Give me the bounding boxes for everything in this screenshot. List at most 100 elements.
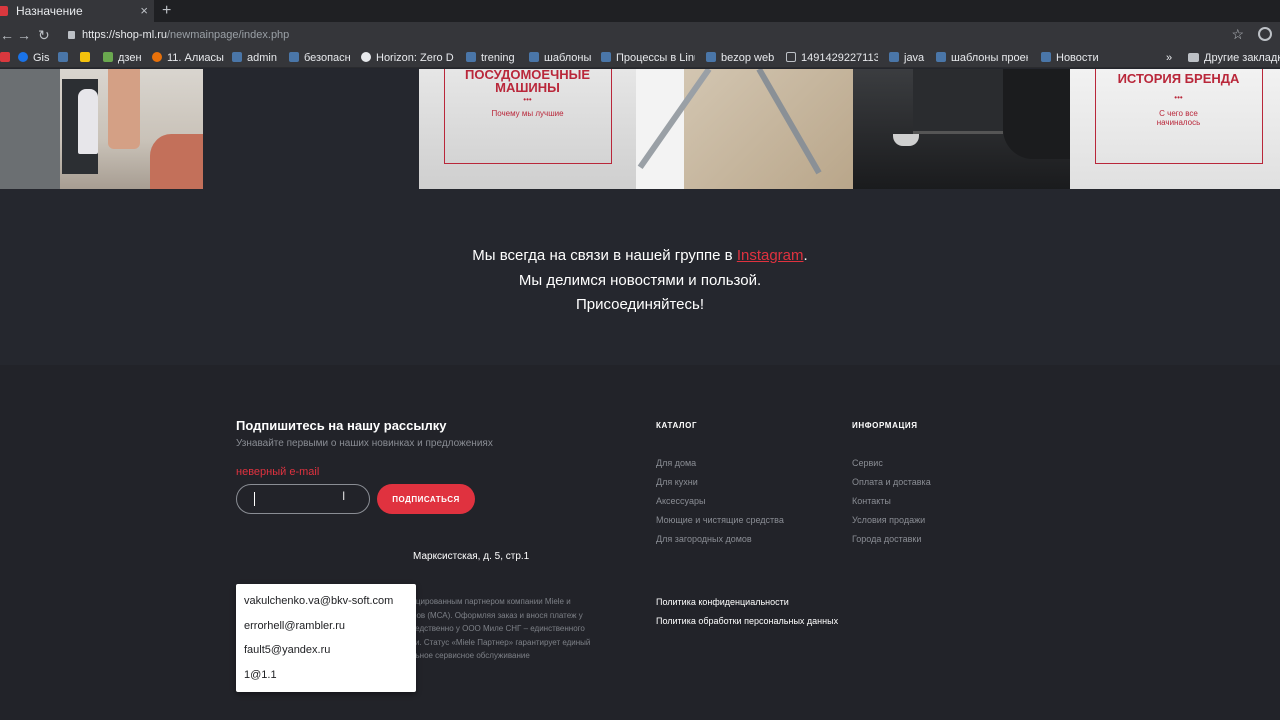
red-icon: [0, 52, 10, 62]
brand-history-promo-tile[interactable]: ИСТОРИЯ БРЕНДА ••• С чего все начиналось: [1070, 69, 1280, 189]
bookmark-item[interactable]: [58, 48, 72, 68]
instagram-line2: Мы делимся новостями и пользой.: [518, 272, 762, 289]
info-heading: ИНФОРМАЦИЯ: [852, 421, 918, 430]
promo-title: ИСТОРИЯ БРЕНДА: [1117, 71, 1240, 86]
promo-dots: •••: [523, 95, 532, 104]
promo-subtitle: Почему мы лучшие: [491, 109, 564, 118]
bookmarks-bar: Gis дзен 11. Алиасы admin безопасн Horiz…: [0, 48, 1280, 68]
info-link-contacts[interactable]: Контакты: [852, 496, 891, 506]
promo-subtitle-line1: С чего все: [1159, 109, 1198, 118]
bookmark-item[interactable]: admin: [232, 48, 282, 68]
kitchen-photo[interactable]: [0, 69, 203, 189]
bookmark-item[interactable]: [80, 48, 94, 68]
url-host: https://shop-ml.ru: [82, 29, 167, 41]
vk-icon: [466, 52, 476, 62]
instagram-line3: Присоединяйтесь!: [576, 296, 704, 313]
image-strip: ПОСУДОМОЕЧНЫЕ МАШИНЫ ••• Почему мы лучши…: [0, 68, 1280, 189]
text-caret: [254, 492, 255, 506]
catalog-link-cleaning[interactable]: Моющие и чистящие средства: [656, 515, 784, 525]
catalog-link-country[interactable]: Для загородных домов: [656, 534, 752, 544]
bookmark-item[interactable]: 14914292271130: [786, 48, 878, 68]
vk-icon: [289, 52, 299, 62]
bookmark-item[interactable]: безопасн: [289, 48, 353, 68]
bookmark-item[interactable]: 11. Алиасы: [152, 48, 224, 68]
autocomplete-item[interactable]: vakulchenko.va@bkv-soft.com: [244, 595, 393, 607]
fridge-shape: [0, 69, 60, 189]
catalog-link-kitchen[interactable]: Для кухни: [656, 477, 698, 487]
cup-shape: [893, 134, 919, 146]
ironing-photo[interactable]: [636, 69, 853, 189]
browser-toolbar: ← → ↻ https://shop-ml.ru/newmainpage/ind…: [0, 22, 1280, 48]
autocomplete-item[interactable]: errorhell@rambler.ru: [244, 620, 345, 632]
instagram-line1: Мы всегда на связи в нашей группе в Inst…: [472, 247, 808, 264]
subscribe-button[interactable]: ПОДПИСАТЬСЯ: [377, 484, 475, 514]
subscribe-description: Узнавайте первыми о наших новинках и пре…: [236, 438, 493, 449]
web-page: ПОСУДОМОЕЧНЫЕ МАШИНЫ ••• Почему мы лучши…: [0, 68, 1280, 720]
h-icon: [103, 52, 113, 62]
bookmark-item[interactable]: java: [889, 48, 929, 68]
back-arrow-icon[interactable]: ←: [0, 26, 14, 44]
info-link-service[interactable]: Сервис: [852, 458, 883, 468]
adult-shape: [108, 69, 140, 149]
text-cursor-icon: I: [342, 489, 346, 503]
lock-icon: [68, 31, 75, 39]
personal-data-policy-link[interactable]: Политика обработки персональных данных: [656, 616, 838, 626]
instagram-section: Мы всегда на связи в нашей группе в Inst…: [0, 189, 1280, 365]
address-text: Марксистская, д. 5, стр.1: [413, 551, 530, 562]
coffee-machine-photo[interactable]: [853, 69, 1070, 189]
doc-icon: [786, 52, 796, 62]
email-autocomplete-dropdown: vakulchenko.va@bkv-soft.com errorhell@ra…: [236, 584, 416, 692]
instagram-link[interactable]: Instagram: [737, 247, 804, 264]
vk-icon: [936, 52, 946, 62]
bookmark-item[interactable]: шаблоны проек: [936, 48, 1028, 68]
email-input[interactable]: [236, 484, 370, 514]
ironing-leg-shape: [756, 69, 822, 175]
child-shape: [78, 89, 98, 154]
wall-shape: [636, 69, 684, 189]
autocomplete-item[interactable]: 1@1.1: [244, 669, 277, 681]
vk-icon: [529, 52, 539, 62]
forward-arrow-icon[interactable]: →: [17, 26, 31, 44]
autocomplete-item[interactable]: fault5@yandex.ru: [244, 644, 330, 656]
email-error-message: неверный e-mail: [236, 466, 320, 478]
promo-title-line2: МАШИНЫ: [495, 80, 560, 95]
google-icon: [361, 52, 371, 62]
new-tab-button[interactable]: +: [162, 0, 171, 22]
bookmark-item[interactable]: bezop web: [706, 48, 776, 68]
fire-icon: [152, 52, 162, 62]
info-link-terms[interactable]: Условия продажи: [852, 515, 925, 525]
profile-icon[interactable]: [1258, 27, 1272, 41]
bookmark-item[interactable]: trening: [466, 48, 520, 68]
info-link-payment[interactable]: Оплата и доставка: [852, 477, 931, 487]
tab-close-icon[interactable]: ×: [140, 0, 148, 22]
tab-title: Назначение: [16, 4, 83, 18]
bookmark-item[interactable]: Новости: [1041, 48, 1101, 68]
dishwasher-promo-tile[interactable]: ПОСУДОМОЕЧНЫЕ МАШИНЫ ••• Почему мы лучши…: [419, 68, 636, 189]
bookmark-item[interactable]: Gis: [18, 48, 54, 68]
bookmark-red[interactable]: [0, 48, 10, 68]
catalog-link-home[interactable]: Для дома: [656, 458, 696, 468]
vk-icon: [232, 52, 242, 62]
reload-icon[interactable]: ↻: [38, 26, 50, 44]
bookmarks-more-icon[interactable]: »: [1166, 48, 1176, 68]
footer: Подпишитесь на нашу рассылку Узнавайте п…: [0, 365, 1280, 720]
subscribe-title: Подпишитесь на нашу рассылку: [236, 418, 447, 433]
address-bar[interactable]: https://shop-ml.ru/newmainpage/index.php: [60, 25, 1270, 45]
bookmark-item[interactable]: Horizon: Zero D: [361, 48, 455, 68]
catalog-heading: КАТАЛОГ: [656, 421, 698, 430]
bookmark-item[interactable]: шаблоны: [529, 48, 593, 68]
browser-tab[interactable]: Назначение ×: [0, 0, 154, 22]
folder-icon: [1188, 53, 1199, 62]
browser-tab-bar: Назначение × +: [0, 0, 1280, 22]
bookmark-star-icon[interactable]: ☆: [1231, 26, 1244, 43]
privacy-policy-link[interactable]: Политика конфиденциальности: [656, 597, 789, 607]
arm-shape: [1003, 69, 1070, 159]
info-link-cities[interactable]: Города доставки: [852, 534, 921, 544]
bookmark-item[interactable]: Процессы в Linu: [601, 48, 695, 68]
other-bookmarks[interactable]: Другие закладк: [1188, 48, 1280, 68]
yandex-icon: [80, 52, 90, 62]
rug-shape: [150, 134, 203, 189]
catalog-link-accessories[interactable]: Аксессуары: [656, 496, 705, 506]
promo-dots: •••: [1174, 93, 1183, 102]
bookmark-item[interactable]: дзен: [103, 48, 149, 68]
